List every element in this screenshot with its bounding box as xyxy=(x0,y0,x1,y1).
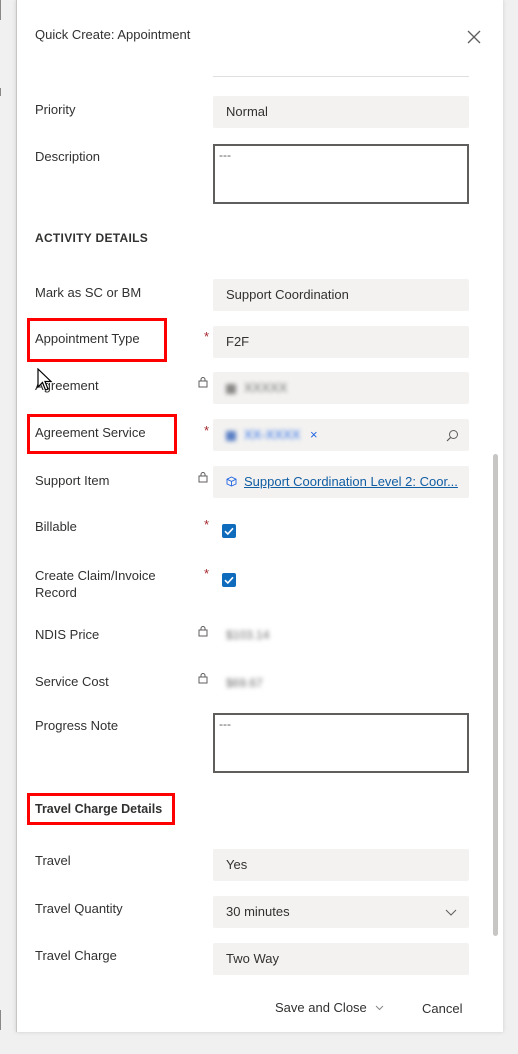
chevron-down-icon xyxy=(376,1005,384,1011)
highlight-box xyxy=(27,318,167,362)
activity-details-heading: ACTIVITY DETAILS xyxy=(35,231,149,245)
ndis-price-value: $103.14 xyxy=(226,628,270,642)
priority-label: Priority xyxy=(35,102,76,117)
progress-note-label: Progress Note xyxy=(35,718,119,733)
billable-label: Billable xyxy=(35,519,77,534)
support-item-link[interactable]: Support Coordination Level 2: Coor... xyxy=(244,474,458,489)
ndis-price-label: NDIS Price xyxy=(35,627,100,642)
appointment-type-field[interactable]: F2F xyxy=(213,326,469,358)
support-item-field[interactable]: Support Coordination Level 2: Coor... xyxy=(213,466,469,498)
close-icon xyxy=(467,30,481,44)
travel-field[interactable]: Yes xyxy=(213,849,469,881)
page-edge-line xyxy=(0,1010,1,1030)
entity-icon xyxy=(226,383,236,394)
chevron-down-icon xyxy=(445,909,457,916)
page-edge-line xyxy=(0,0,1,20)
travel-quantity-select[interactable]: 30 minutes xyxy=(213,896,469,928)
service-cost-label: Service Cost xyxy=(35,674,109,689)
save-and-close-label: Save and Close xyxy=(275,1000,367,1015)
entity-icon xyxy=(226,430,236,441)
priority-field[interactable]: Normal xyxy=(213,96,469,128)
panel-title: Quick Create: Appointment xyxy=(35,27,191,42)
mark-sc-bm-label: Mark as SC or BM xyxy=(35,285,142,300)
cube-icon xyxy=(226,476,237,487)
highlight-box xyxy=(27,414,177,454)
agreement-value: XXXXX xyxy=(244,380,288,395)
required-marker: * xyxy=(204,423,210,438)
agreement-service-value: XX-XXXX xyxy=(244,427,301,442)
service-cost-value: $69.67 xyxy=(226,676,263,690)
field-underline xyxy=(213,76,469,77)
quick-create-panel: Quick Create: Appointment Priority Norma… xyxy=(16,0,503,1032)
create-claim-label: Create Claim/Invoice Record xyxy=(35,568,156,600)
progress-note-textarea[interactable]: --- xyxy=(213,713,469,773)
checkmark-icon xyxy=(224,527,234,536)
cancel-button[interactable]: Cancel xyxy=(422,1001,462,1016)
agreement-service-field[interactable]: XX-XXXX × xyxy=(213,419,469,451)
description-label: Description xyxy=(35,149,101,164)
checkmark-icon xyxy=(224,576,234,585)
required-marker: * xyxy=(204,517,210,532)
travel-quantity-value: 30 minutes xyxy=(226,904,290,919)
create-claim-checkbox[interactable] xyxy=(222,573,236,587)
lock-icon xyxy=(198,472,208,483)
required-marker: * xyxy=(204,329,210,344)
save-and-close-button[interactable]: Save and Close xyxy=(275,1000,384,1015)
travel-charge-field[interactable]: Two Way xyxy=(213,943,469,975)
lock-icon xyxy=(198,673,208,684)
agreement-field[interactable]: XXXXX xyxy=(213,372,469,404)
travel-label: Travel xyxy=(35,853,71,868)
page-edge-line xyxy=(0,88,1,96)
remove-tag-button[interactable]: × xyxy=(310,427,318,442)
lock-icon xyxy=(198,626,208,637)
travel-quantity-label: Travel Quantity xyxy=(35,901,123,916)
mouse-pointer-icon xyxy=(37,368,53,391)
support-item-label: Support Item xyxy=(35,473,110,488)
scrollbar-thumb[interactable] xyxy=(493,454,498,936)
description-textarea[interactable]: --- xyxy=(213,144,469,204)
required-marker: * xyxy=(204,566,210,581)
lock-icon xyxy=(198,377,208,388)
travel-charge-label: Travel Charge xyxy=(35,948,117,963)
billable-checkbox[interactable] xyxy=(222,524,236,538)
search-icon[interactable] xyxy=(446,429,459,442)
mark-sc-bm-field[interactable]: Support Coordination xyxy=(213,279,469,311)
travel-charge-details-heading: Travel Charge Details xyxy=(35,802,163,816)
close-button[interactable] xyxy=(463,26,485,48)
